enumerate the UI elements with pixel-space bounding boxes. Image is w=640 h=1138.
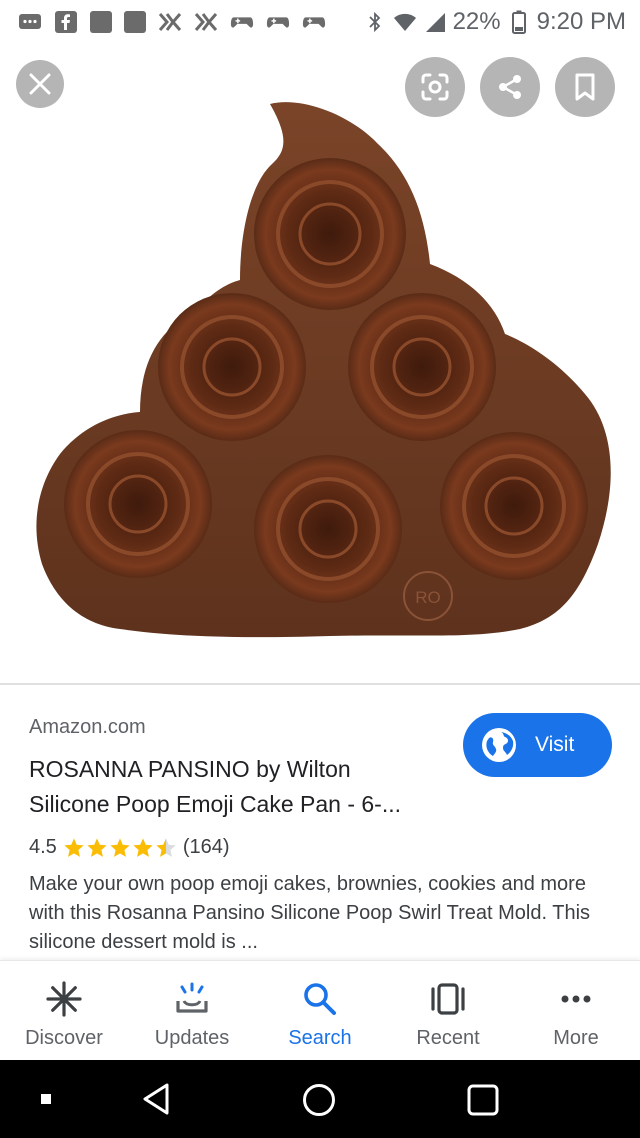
asterisk-icon bbox=[46, 981, 82, 1017]
home-button[interactable] bbox=[296, 1077, 342, 1123]
nav-label: More bbox=[553, 1027, 599, 1049]
xda-icon bbox=[194, 11, 218, 33]
google-lens-icon bbox=[421, 73, 449, 101]
system-navigation-bar bbox=[0, 1060, 640, 1138]
back-button[interactable] bbox=[134, 1077, 178, 1121]
bookmark-icon bbox=[575, 73, 595, 101]
result-title-line: ROSANNA PANSINO by Wilton bbox=[29, 756, 351, 782]
close-icon bbox=[29, 73, 51, 95]
nav-discover[interactable]: Discover bbox=[0, 961, 128, 1060]
share-icon bbox=[499, 75, 521, 99]
overview-dot-button[interactable] bbox=[34, 1087, 58, 1111]
app-notification-icon bbox=[124, 11, 146, 33]
globe-icon bbox=[482, 728, 516, 762]
divider bbox=[0, 683, 640, 685]
star-rating bbox=[63, 837, 177, 859]
battery-icon bbox=[507, 10, 531, 34]
clock: 9:20 PM bbox=[536, 8, 626, 35]
rating-value: 4.5 bbox=[29, 836, 57, 858]
battery-percent: 22% bbox=[452, 8, 501, 35]
close-button[interactable] bbox=[16, 60, 64, 108]
recents-button[interactable] bbox=[460, 1077, 506, 1123]
recent-tabs-icon bbox=[431, 983, 465, 1015]
nav-label: Discover bbox=[25, 1027, 103, 1049]
save-button[interactable] bbox=[555, 57, 615, 117]
visit-label: Visit bbox=[535, 733, 575, 756]
game-controller-icon bbox=[230, 11, 254, 33]
game-controller-icon bbox=[302, 11, 326, 33]
mold-cavity bbox=[348, 293, 496, 441]
mold-cavity bbox=[254, 455, 402, 603]
square-dot-icon bbox=[41, 1094, 51, 1104]
mold-cavity bbox=[158, 293, 306, 441]
nav-label: Updates bbox=[154, 1027, 230, 1049]
result-title[interactable]: ROSANNA PANSINO by Wilton Silicone Poop … bbox=[29, 752, 449, 822]
app-notification-icon bbox=[90, 11, 112, 33]
home-circle-icon bbox=[303, 1084, 335, 1116]
xda-icon bbox=[158, 11, 182, 33]
rating-row: 4.5 (164) bbox=[29, 836, 230, 859]
star-icon bbox=[110, 837, 130, 857]
search-icon bbox=[304, 983, 336, 1015]
mold-cavity bbox=[440, 432, 588, 580]
visit-button[interactable]: Visit bbox=[463, 713, 612, 777]
svg-text:RO: RO bbox=[415, 588, 441, 607]
nav-label: Recent bbox=[416, 1027, 480, 1049]
share-button[interactable] bbox=[480, 57, 540, 117]
star-icon bbox=[87, 837, 107, 857]
mold-cavity bbox=[254, 158, 406, 310]
signal-icon bbox=[423, 11, 447, 33]
source-site[interactable]: Amazon.com bbox=[29, 716, 146, 739]
bluetooth-icon bbox=[363, 11, 387, 33]
nav-search[interactable]: Search bbox=[256, 961, 384, 1060]
lens-button[interactable] bbox=[405, 57, 465, 117]
star-icon bbox=[133, 837, 153, 857]
nav-label: Search bbox=[288, 1027, 352, 1049]
star-icon bbox=[64, 837, 84, 857]
result-title-line: Silicone Poop Emoji Cake Pan - 6-... bbox=[29, 791, 402, 817]
review-count: (164) bbox=[182, 836, 230, 858]
more-dots-icon bbox=[561, 995, 591, 1003]
recents-square-icon bbox=[467, 1084, 499, 1116]
mold-cavity bbox=[64, 430, 212, 578]
game-controller-icon bbox=[266, 11, 290, 33]
nav-updates[interactable]: Updates bbox=[128, 961, 256, 1060]
messages-icon bbox=[18, 11, 42, 33]
half-star-icon bbox=[156, 837, 176, 857]
image-preview[interactable]: RO bbox=[0, 44, 640, 684]
nav-more[interactable]: More bbox=[512, 961, 640, 1060]
updates-icon bbox=[176, 982, 208, 1013]
bottom-navigation: Discover Updates Search Recent More bbox=[0, 960, 640, 1060]
status-bar: 22% 9:20 PM bbox=[0, 0, 640, 44]
nav-recent[interactable]: Recent bbox=[384, 961, 512, 1060]
result-description: Make your own poop emoji cakes, brownies… bbox=[29, 873, 591, 953]
facebook-icon bbox=[54, 11, 78, 33]
wifi-icon bbox=[393, 11, 417, 33]
product-image: RO bbox=[36, 102, 611, 638]
back-triangle-icon bbox=[143, 1083, 169, 1115]
